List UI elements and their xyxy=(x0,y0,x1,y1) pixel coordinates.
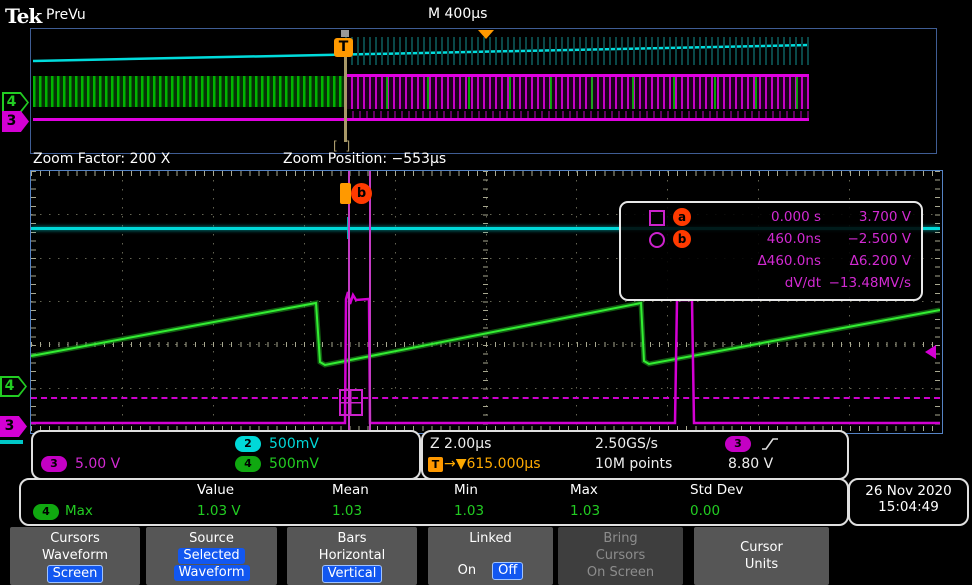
overview-ch3-baseline xyxy=(33,118,809,121)
menu-cursor-units-button[interactable]: Cursor Units xyxy=(694,527,829,585)
cursor-delta-volt: Δ6.200 V xyxy=(849,253,911,269)
overview-ch2-hatch xyxy=(345,37,809,65)
linked-cursor-crosshair-icon[interactable] xyxy=(339,389,363,416)
tek-logo: Tek xyxy=(5,4,42,28)
overview-ch3-burst-band xyxy=(345,75,809,109)
overview-panel: T [ ] xyxy=(30,28,937,154)
menu-label: Linked xyxy=(469,531,512,546)
menu-option-screen-selected[interactable]: Screen xyxy=(46,565,104,583)
trigger-notch xyxy=(341,30,349,37)
zoom-position-label: Zoom Position: −553µs xyxy=(283,151,447,167)
menu-bring-cursors-button: Bring Cursors On Screen xyxy=(558,527,683,585)
zoom-factor-label: Zoom Factor: 200 X xyxy=(33,151,171,167)
dvdt-value: −13.48MV/s xyxy=(828,275,911,291)
menu-cursors-button[interactable]: Cursors Waveform Screen xyxy=(10,527,140,585)
ch3-pulse-trace xyxy=(31,291,940,425)
menu-label: On Screen xyxy=(586,565,655,580)
meas-ch4-badge: 4 xyxy=(33,504,59,520)
trigger-level-arrow-icon[interactable] xyxy=(925,345,936,359)
menu-label: Units xyxy=(744,556,779,572)
acquisition-mode-label: PreVu xyxy=(46,7,86,23)
col-header-mean: Mean xyxy=(332,482,369,498)
col-header-value: Value xyxy=(197,482,235,498)
overview-ch3-marker: 3 xyxy=(2,111,29,132)
meas-max: 1.03 xyxy=(570,503,601,519)
cursor-b-marker-icon[interactable]: b xyxy=(351,183,372,204)
menu-linked-button[interactable]: Linked On Off xyxy=(428,527,553,585)
trigger-level: 8.80 V xyxy=(728,456,774,472)
ch2-scale: 500mV xyxy=(269,436,319,452)
overview-ch4-trace-band xyxy=(33,76,345,107)
ch3-scale: 5.00 V xyxy=(75,456,121,472)
menu-bars-button[interactable]: Bars Horizontal Vertical xyxy=(287,527,417,585)
datetime-box: 26 Nov 2020 15:04:49 xyxy=(848,478,969,526)
channel-scale-box: 2 500mV 3 5.00 V 4 500mV xyxy=(31,430,421,480)
trigger-t-badge: T xyxy=(428,457,443,472)
cursor-b-volt: −2.500 V xyxy=(847,231,912,247)
overview-ch3-band-top xyxy=(345,74,809,77)
meas-value: 1.03 V xyxy=(197,503,241,519)
expansion-point-icon xyxy=(478,30,494,39)
zoom-waveform-panel: b a 0.000 s 3.700 V b 460.0ns −2.500 V Δ… xyxy=(30,170,943,434)
menu-label: Cursors xyxy=(50,531,100,546)
ch4-badge: 4 xyxy=(235,456,261,472)
ch4-scale: 500mV xyxy=(269,456,319,472)
overview-ch4-marker: 4 xyxy=(2,92,29,113)
main-ch3-marker[interactable]: 3 xyxy=(0,416,27,437)
date-label: 26 Nov 2020 xyxy=(865,483,952,499)
meas-mean: 1.03 xyxy=(332,503,363,519)
menu-option-horizontal[interactable]: Horizontal xyxy=(319,548,385,564)
menu-option-on[interactable]: On xyxy=(458,563,476,579)
cursor-a-square-icon xyxy=(649,210,665,226)
cursor-a-volt: 3.700 V xyxy=(858,209,911,225)
cursor-b-circle-icon xyxy=(649,232,665,248)
cursor-a-marker-icon[interactable] xyxy=(340,183,351,204)
menu-label: Cursor xyxy=(740,539,783,555)
trigger-t-icon[interactable]: T xyxy=(334,38,353,57)
trigger-source-badge: 3 xyxy=(725,436,751,452)
ch3-badge: 3 xyxy=(41,456,67,472)
menu-label: Bars xyxy=(337,531,367,546)
col-header-min: Min xyxy=(454,482,478,498)
menu-label: Source xyxy=(189,531,234,546)
rising-edge-icon xyxy=(762,438,778,450)
sample-rate: 2.50GS/s xyxy=(595,436,658,452)
measurement-box: Value Mean Min Max Std Dev 4 Max 1.03 V … xyxy=(19,478,849,526)
menu-label: Cursors xyxy=(595,548,646,563)
col-header-stddev: Std Dev xyxy=(690,482,744,498)
menu-label: Bring xyxy=(603,531,638,546)
cursor-readout-box: a 0.000 s 3.700 V b 460.0ns −2.500 V Δ46… xyxy=(619,201,923,301)
ch2-offscreen-marker xyxy=(0,440,23,444)
cursor-b-badge: b xyxy=(673,230,691,248)
menu-option-off-selected[interactable]: Off xyxy=(492,562,524,580)
menu-option-vertical-selected[interactable]: Vertical xyxy=(321,565,383,583)
col-header-max: Max xyxy=(570,482,598,498)
record-length: 10M points xyxy=(595,456,673,472)
time-label: 15:04:49 xyxy=(878,499,939,515)
zoom-scale: Z 2.00µs xyxy=(430,436,492,452)
main-timebase-label: M 400µs xyxy=(428,6,488,22)
menu-option-waveform[interactable]: Waveform xyxy=(173,565,250,581)
meas-stddev: 0.00 xyxy=(690,503,721,519)
menu-source-button[interactable]: Source Selected Waveform xyxy=(146,527,277,585)
horizontal-trigger-box: Z 2.00µs 2.50GS/s 3 T →▼615.000µs 10M po… xyxy=(421,430,849,480)
menu-option-waveform[interactable]: Waveform xyxy=(42,548,108,564)
ch3-ground-dashed-line xyxy=(31,397,940,399)
ch2-badge: 2 xyxy=(235,436,261,452)
meas-name: Max xyxy=(65,503,93,519)
cursor-a-badge: a xyxy=(673,208,691,226)
main-ch4-marker[interactable]: 4 xyxy=(0,376,27,397)
cursor-b-line[interactable] xyxy=(369,171,371,431)
trigger-position: →▼615.000µs xyxy=(444,456,541,472)
menu-option-selected[interactable]: Selected xyxy=(178,548,245,564)
meas-min: 1.03 xyxy=(454,503,485,519)
